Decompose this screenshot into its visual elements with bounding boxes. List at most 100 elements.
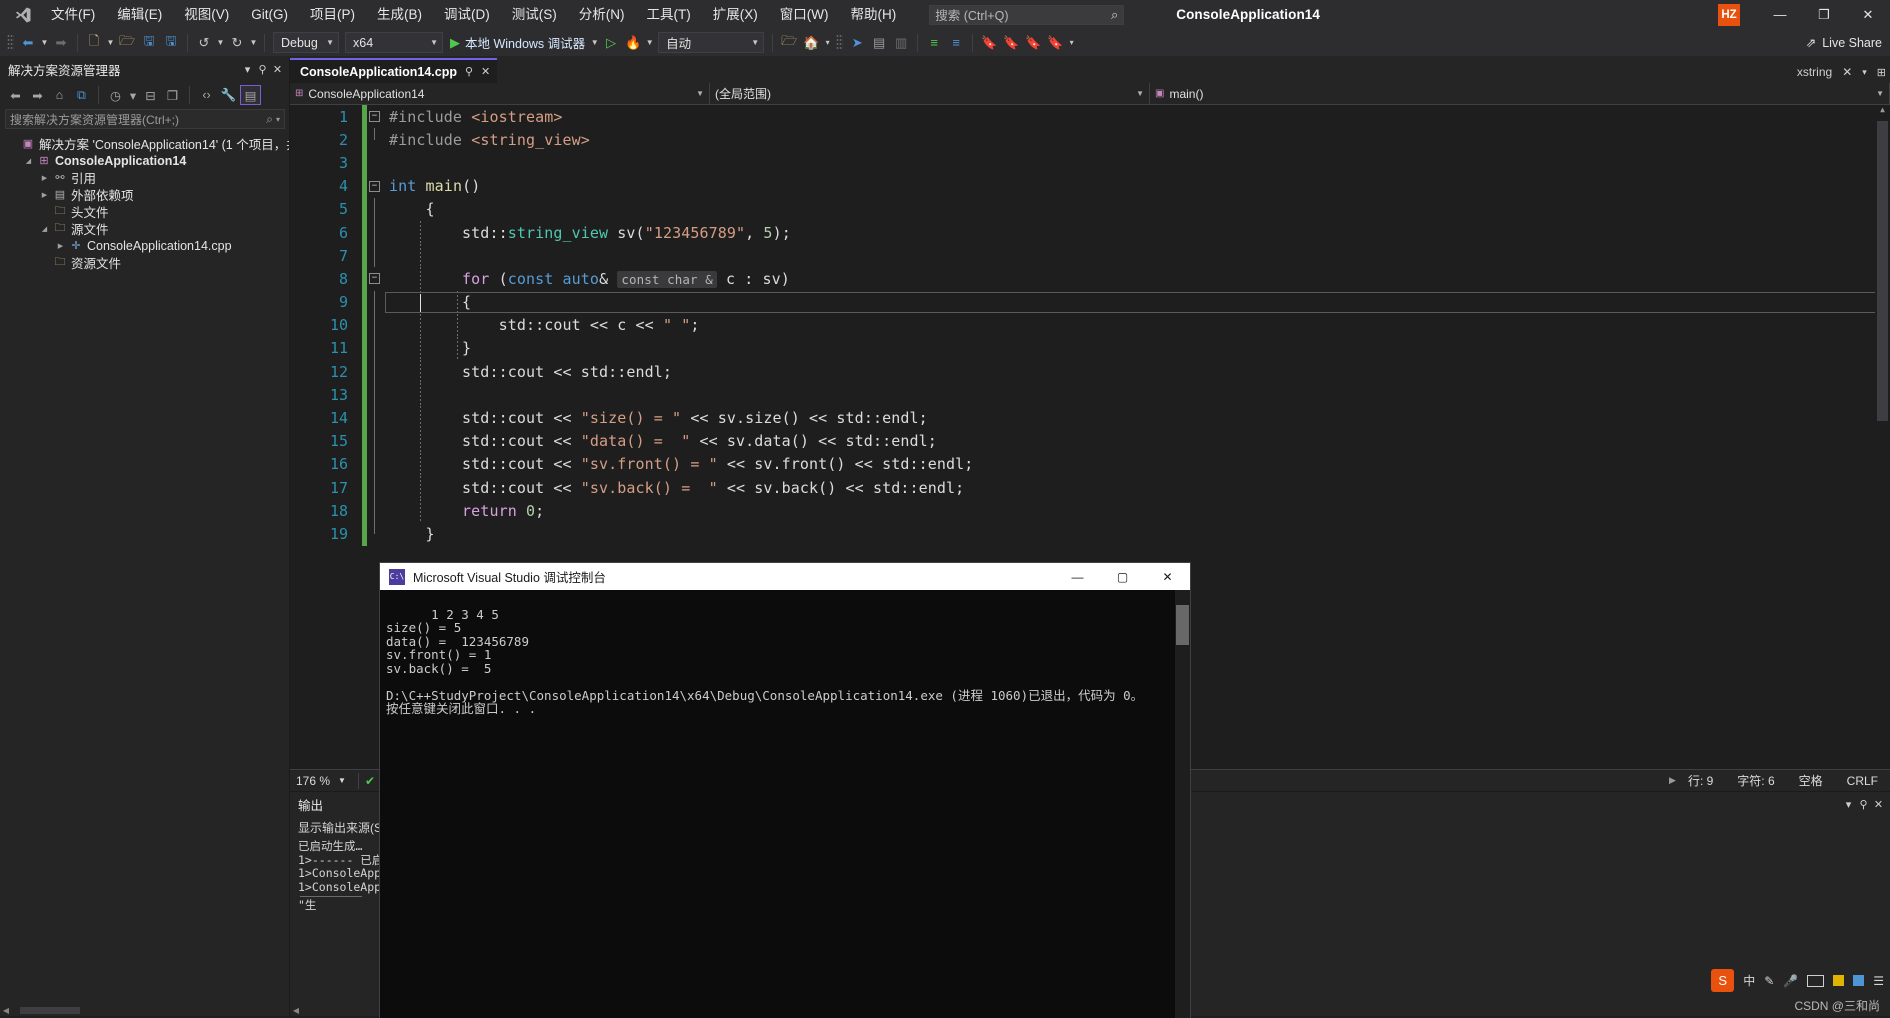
menu-icon[interactable]: ☰ <box>1873 974 1884 988</box>
code-line[interactable]: 9 { <box>290 290 1890 314</box>
comment-selection-icon[interactable]: ▤ <box>868 32 890 54</box>
code-line[interactable]: 1 − #include <iostream> <box>290 105 1890 129</box>
zoom-control[interactable]: 176 % ▼ <box>290 774 352 788</box>
open-file-icon[interactable]: 🗁 <box>116 32 138 54</box>
code-line[interactable]: 13 <box>290 383 1890 407</box>
tab-consoleapplication14-cpp[interactable]: ConsoleApplication14.cpp ⚲ ✕ <box>290 58 498 83</box>
redo-icon[interactable]: ↻ <box>226 32 248 54</box>
back-icon[interactable]: ⬅ <box>5 85 26 105</box>
editor-vertical-scrollbar[interactable]: ▲ <box>1875 105 1890 769</box>
start-debugging-button[interactable]: ▶ 本地 Windows 调试器 <box>446 33 589 52</box>
code-line[interactable]: 7 <box>290 244 1890 268</box>
code-line[interactable]: 11 } <box>290 336 1890 361</box>
navbar-scope-dropdown[interactable]: (全局范围) ▼ <box>710 83 1150 104</box>
minimize-button[interactable]: — <box>1758 0 1802 29</box>
code-line[interactable]: 3 <box>290 151 1890 175</box>
show-all-files-icon[interactable]: ❐ <box>162 85 183 105</box>
console-close-button[interactable]: ✕ <box>1145 563 1190 590</box>
console-maximize-button[interactable]: ▢ <box>1100 563 1145 590</box>
tree-item[interactable]: ◢ ⊞ ConsoleApplication14 <box>0 152 289 169</box>
collapse-region-icon[interactable]: − <box>369 111 380 122</box>
code-line[interactable]: 8 − for (const auto& const char & c : sv) <box>290 267 1890 291</box>
fold-gutter[interactable]: − <box>367 267 385 290</box>
preview-selected-items-icon[interactable]: ▤ <box>240 85 261 105</box>
expander-icon[interactable]: ▶ <box>38 191 51 199</box>
settings-icon[interactable] <box>1853 975 1865 986</box>
code-line[interactable]: 5 { <box>290 197 1890 221</box>
scroll-thumb[interactable] <box>20 1007 80 1014</box>
pending-changes-filter-icon[interactable]: ◷ <box>105 85 126 105</box>
tab-list-icon[interactable]: ▾ <box>1862 67 1867 78</box>
code-lines[interactable]: 1− #include <iostream> 2 #include <string_v… <box>290 105 1890 546</box>
scroll-up-icon[interactable]: ▲ <box>1875 105 1890 119</box>
chevron-down-icon[interactable]: ▾ <box>127 85 139 105</box>
pin-icon[interactable]: ⚲ <box>255 63 270 76</box>
fold-gutter[interactable] <box>367 244 385 268</box>
tree-item[interactable]: ▣ 解决方案 'ConsoleApplication14' (1 个项目，共 1 … <box>0 135 289 152</box>
tree-item[interactable]: ▶ ✛ ConsoleApplication14.cpp <box>0 237 289 254</box>
tools-icon[interactable] <box>1833 975 1845 986</box>
more-icon[interactable]: ▾ <box>822 38 833 47</box>
code-line[interactable]: 2 #include <string_view> <box>290 128 1890 152</box>
ime-mode-label[interactable]: 中 <box>1743 972 1755 989</box>
sogou-icon[interactable]: S <box>1711 969 1735 992</box>
search-in-files-icon[interactable]: 🗁 <box>778 32 800 54</box>
panel-menu-icon[interactable]: ▾ <box>240 63 255 76</box>
toolbar-overflow-icon[interactable]: ▾ <box>1066 38 1077 47</box>
hot-reload-caret-icon[interactable]: ▼ <box>644 38 655 47</box>
pin-tab-icon[interactable]: ⚲ <box>465 65 473 78</box>
fold-gutter[interactable] <box>367 360 385 384</box>
menu-view[interactable]: 视图(V) <box>173 3 240 27</box>
tree-item[interactable]: 🗀 资源文件 <box>0 254 289 271</box>
uncomment-selection-icon[interactable]: ▥ <box>890 32 912 54</box>
code-line[interactable]: 14 std::cout << "size() = " << sv.size()… <box>290 406 1890 430</box>
close-button[interactable]: ✕ <box>1846 0 1890 29</box>
expander-icon[interactable]: ▶ <box>38 174 51 182</box>
menu-test[interactable]: 测试(S) <box>501 3 568 27</box>
console-scrollbar[interactable]: ▲ <box>1175 590 1190 1018</box>
fold-gutter[interactable] <box>367 406 385 430</box>
panel-menu-icon[interactable]: ▾ <box>1841 798 1856 811</box>
clear-bookmarks-icon[interactable]: 🔖 <box>1044 32 1066 54</box>
scroll-thumb[interactable] <box>1176 605 1189 645</box>
redo-caret-icon[interactable]: ▼ <box>248 38 259 47</box>
undo-caret-icon[interactable]: ▼ <box>215 38 226 47</box>
tree-item[interactable]: ▶ ⚯ 引用 <box>0 169 289 186</box>
scroll-left-icon[interactable]: ◀ <box>0 1006 12 1015</box>
fold-gutter[interactable] <box>367 151 385 174</box>
code-line[interactable]: 19 } <box>290 522 1890 546</box>
console-title-bar[interactable]: C:\ Microsoft Visual Studio 调试控制台 — ▢ ✕ <box>380 563 1190 590</box>
fold-gutter[interactable] <box>367 336 385 361</box>
solution-tree[interactable]: ▣ 解决方案 'ConsoleApplication14' (1 个项目，共 1 … <box>0 131 289 1005</box>
menu-project[interactable]: 项目(P) <box>299 3 366 27</box>
scroll-thumb[interactable] <box>1877 121 1888 421</box>
undo-icon[interactable]: ↺ <box>193 32 215 54</box>
increase-indent-icon[interactable]: ≡ <box>923 32 945 54</box>
solution-explorer-search[interactable]: 搜索解决方案资源管理器(Ctrl+;) ⌕ ▾ <box>5 109 285 129</box>
fold-gutter[interactable]: − <box>367 175 385 198</box>
fold-gutter[interactable] <box>367 476 385 500</box>
navbar-project-dropdown[interactable]: ⊞ ConsoleApplication14 ▼ <box>290 83 710 104</box>
menu-window[interactable]: 窗口(W) <box>769 3 840 27</box>
start-debugging-caret-icon[interactable]: ▼ <box>589 38 600 47</box>
home-icon[interactable]: ⌂ <box>49 85 70 105</box>
fold-gutter[interactable] <box>367 429 385 453</box>
navigate-forward-icon[interactable]: ➡ <box>50 32 72 54</box>
forward-icon[interactable]: ➡ <box>27 85 48 105</box>
menu-tools[interactable]: 工具(T) <box>636 3 702 27</box>
menu-git[interactable]: Git(G) <box>240 3 299 27</box>
menu-analyze[interactable]: 分析(N) <box>568 3 636 27</box>
tree-item[interactable]: ◢ 🗀 源文件 <box>0 220 289 237</box>
menu-extensions[interactable]: 扩展(X) <box>702 3 769 27</box>
fold-gutter[interactable] <box>367 128 385 151</box>
code-line[interactable]: 17 std::cout << "sv.back() = " << sv.bac… <box>290 476 1890 500</box>
fold-gutter[interactable] <box>367 220 385 245</box>
debug-target-combo[interactable]: 自动 ▼ <box>658 32 765 53</box>
code-line[interactable]: 6 std::string_view sv("123456789", 5); <box>290 220 1890 245</box>
preview-tab-label[interactable]: xstring <box>1797 65 1832 79</box>
microphone-icon[interactable]: 🎤 <box>1783 974 1798 988</box>
new-item-icon[interactable]: 🗋 <box>83 32 105 54</box>
collapse-all-icon[interactable]: ⊟ <box>140 85 161 105</box>
solution-platform-combo[interactable]: x64 ▼ <box>345 32 443 53</box>
start-without-debugging-icon[interactable]: ▷ <box>600 32 622 54</box>
